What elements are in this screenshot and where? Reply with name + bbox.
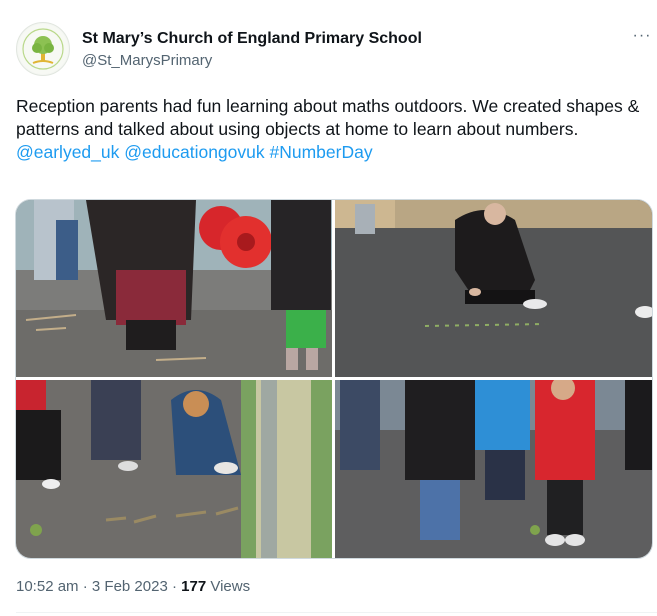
divider <box>16 612 657 613</box>
more-options-icon[interactable]: ··· <box>630 24 654 48</box>
school-logo-icon <box>18 24 68 74</box>
photo-children-shapes-near-playground[interactable] <box>16 200 332 377</box>
views-label: Views <box>206 578 251 595</box>
tweet-time[interactable]: 10:52 am <box>16 578 79 595</box>
tweet-text: Reception parents had fun learning about… <box>16 95 648 164</box>
avatar[interactable] <box>16 22 70 76</box>
tweet-card: St Mary’s Church of England Primary Scho… <box>0 0 657 616</box>
mention-link[interactable]: @earlyed_uk <box>16 142 119 162</box>
views-count: 177 <box>181 578 207 595</box>
photo-child-writing-with-sticks[interactable] <box>16 380 332 558</box>
mention-link[interactable]: @educationgovuk <box>124 142 264 162</box>
tweet-body: Reception parents had fun learning about… <box>16 96 640 139</box>
photo-parent-crouching-tarmac[interactable] <box>335 200 652 377</box>
tweet-links: @earlyed_uk @educationgovuk #NumberDay <box>16 141 648 164</box>
author-name[interactable]: St Mary’s Church of England Primary Scho… <box>82 30 422 48</box>
tweet-date[interactable]: 3 Feb 2023 <box>92 578 168 595</box>
media-grid <box>15 199 653 559</box>
hashtag-link[interactable]: #NumberDay <box>270 142 373 162</box>
meta-separator: · <box>167 578 182 595</box>
author-handle[interactable]: @St_MarysPrimary <box>82 52 212 69</box>
meta-separator: · <box>78 578 92 595</box>
tweet-meta: 10:52 am · 3 Feb 2023 · 177 Views <box>16 578 250 595</box>
photo-group-watching-child[interactable] <box>335 380 652 558</box>
